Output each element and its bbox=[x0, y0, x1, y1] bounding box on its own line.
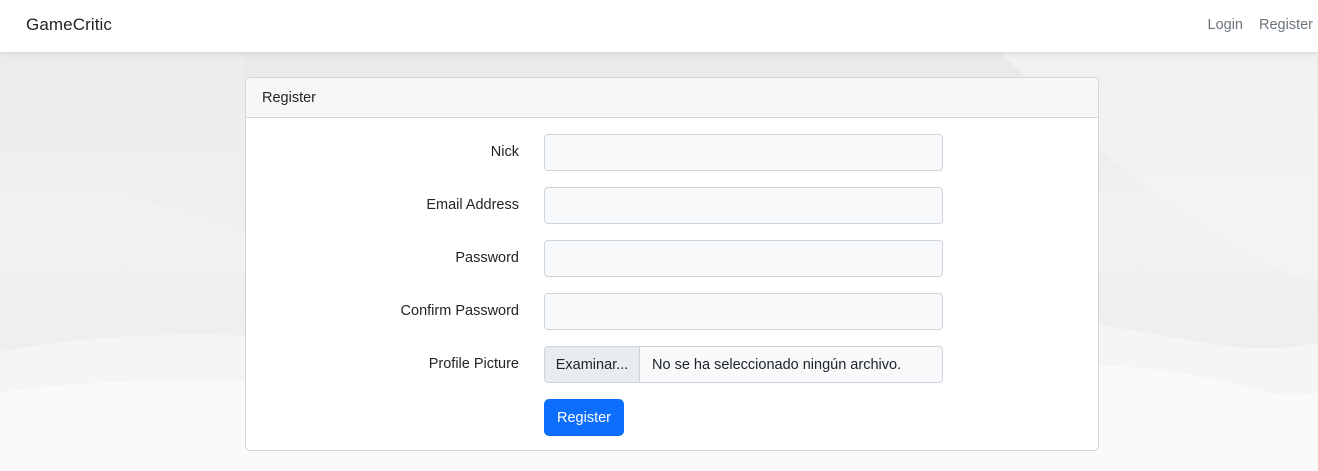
card-title: Register bbox=[246, 78, 1098, 118]
top-navbar: GameCritic Login Register bbox=[0, 0, 1318, 52]
form-row-profile-picture: Profile Picture Examinar... No se ha sel… bbox=[246, 346, 1098, 383]
nick-label: Nick bbox=[490, 144, 519, 160]
form-row-password: Password bbox=[246, 240, 1098, 277]
password-input[interactable] bbox=[544, 240, 943, 277]
register-card: Register Nick Email Address Password Con… bbox=[245, 77, 1099, 451]
brand-link[interactable]: GameCritic bbox=[26, 15, 112, 35]
nav-links: Login Register bbox=[1208, 17, 1313, 33]
email-label: Email Address bbox=[426, 197, 519, 213]
confirm-password-input[interactable] bbox=[544, 293, 943, 330]
file-status-text: No se ha seleccionado ningún archivo. bbox=[652, 356, 902, 373]
confirm-password-label: Confirm Password bbox=[400, 303, 519, 319]
nav-login-link[interactable]: Login bbox=[1208, 17, 1243, 33]
form-row-confirm-password: Confirm Password bbox=[246, 293, 1098, 330]
nav-register-link[interactable]: Register bbox=[1259, 17, 1313, 33]
profile-picture-label: Profile Picture bbox=[428, 356, 519, 372]
password-label: Password bbox=[455, 250, 519, 266]
email-input[interactable] bbox=[544, 187, 943, 224]
profile-picture-file-input[interactable]: Examinar... No se ha seleccionado ningún… bbox=[544, 346, 943, 383]
register-submit-button[interactable]: Register bbox=[544, 399, 624, 436]
form-row-email: Email Address bbox=[246, 187, 1098, 224]
nick-input[interactable] bbox=[544, 134, 943, 171]
browse-file-button[interactable]: Examinar... bbox=[545, 347, 640, 382]
form-row-nick: Nick bbox=[246, 134, 1098, 171]
form-row-submit: Register bbox=[246, 399, 1098, 436]
